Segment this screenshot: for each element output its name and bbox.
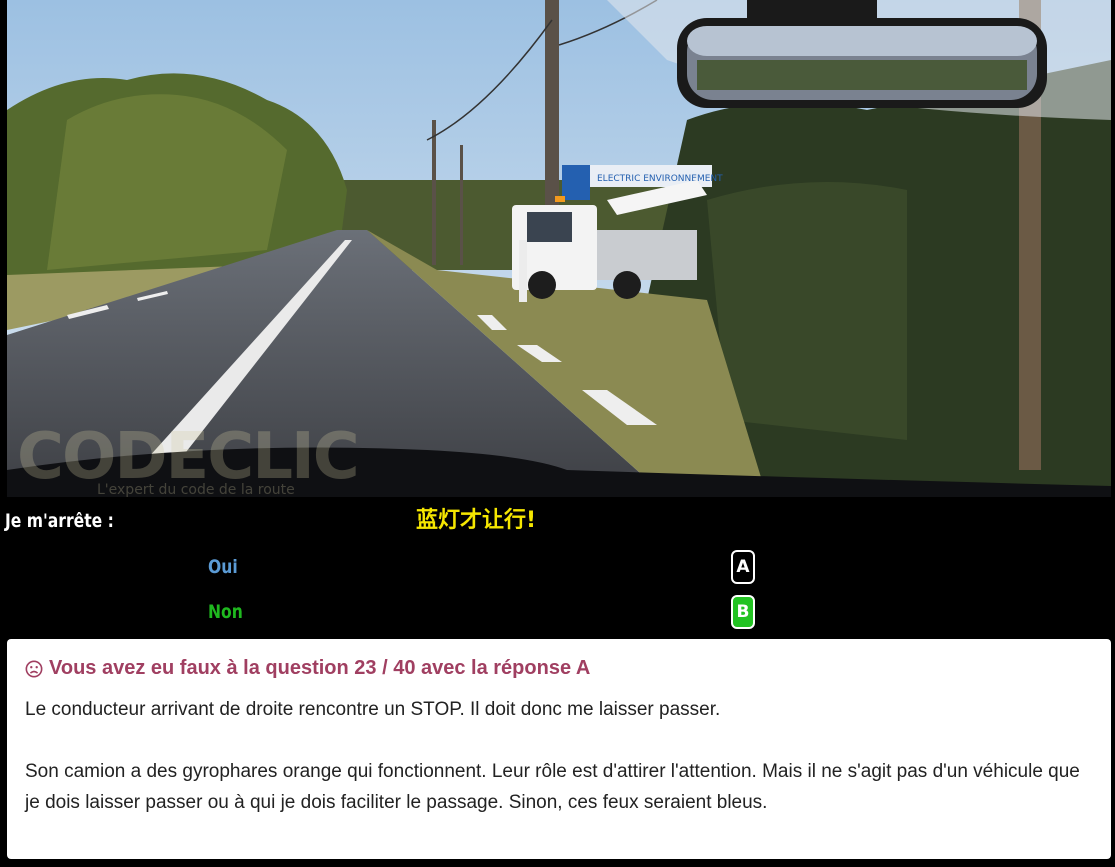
answer-a-button[interactable]: A (731, 550, 755, 584)
sad-face-icon (25, 660, 43, 677)
explanation-paragraph-2: Son camion a des gyrophares orange qui f… (25, 761, 1080, 813)
result-title: Vous avez eu faux à la question 23 / 40 … (49, 657, 591, 679)
answer-b-button[interactable]: B (731, 595, 755, 629)
answer-oui-label[interactable]: Oui (208, 556, 238, 578)
question-prompt: Je m'arrête : (5, 510, 114, 532)
answer-non-label[interactable]: Non (208, 601, 243, 623)
question-hint: 蓝灯才让行! (416, 508, 537, 533)
scene-photo: ELECTRIC ENVIRONNEMENT CODECLIC L'expert… (7, 0, 1111, 497)
watermark-tagline: L'expert du code de la route (97, 482, 295, 497)
truck-sign-text: ELECTRIC ENVIRONNEMENT (597, 174, 723, 184)
result-heading: Vous avez eu faux à la question 23 / 40 … (25, 657, 1093, 680)
result-card: Vous avez eu faux à la question 23 / 40 … (7, 639, 1111, 859)
explanation-paragraph-1: Le conducteur arrivant de droite rencont… (25, 699, 721, 720)
